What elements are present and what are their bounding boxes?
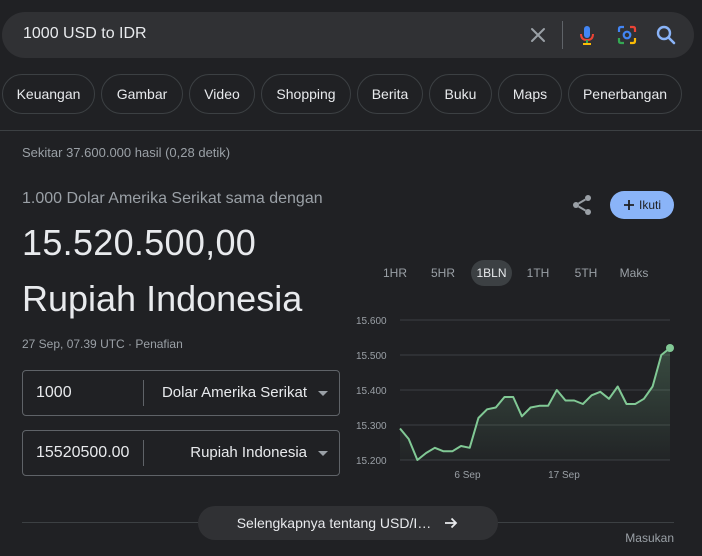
chip-maps[interactable]: Maps xyxy=(498,74,562,114)
range-1hr[interactable]: 1HR xyxy=(377,260,413,286)
lens-icon[interactable] xyxy=(615,23,639,47)
chevron-down-icon[interactable] xyxy=(318,451,328,456)
chart-x-tick-label: 6 Sep xyxy=(454,470,481,481)
chip-penerbangan[interactable]: Penerbangan xyxy=(568,74,682,114)
more-about-button[interactable]: Selengkapnya tentang USD/I… xyxy=(198,506,498,540)
chip-berita[interactable]: Berita xyxy=(357,74,423,114)
range-1th[interactable]: 1TH xyxy=(520,260,556,286)
arrow-right-icon xyxy=(445,517,458,529)
chip-gambar[interactable]: Gambar xyxy=(101,74,183,114)
conversion-from-line: 1.000 Dolar Amerika Serikat sama dengan xyxy=(22,190,323,207)
search-icon[interactable] xyxy=(654,23,678,47)
conversion-timestamp: 27 Sep, 07.39 UTC · Penafian xyxy=(22,337,183,351)
chart-y-tick-label: 15.400 xyxy=(356,386,387,397)
chart-y-tick-label: 15.200 xyxy=(356,456,387,467)
follow-button[interactable]: Ikuti xyxy=(610,191,674,219)
range-5th[interactable]: 5TH xyxy=(568,260,604,286)
from-currency-select[interactable]: Dolar Amerika Serikat xyxy=(162,384,307,401)
chip-buku[interactable]: Buku xyxy=(429,74,492,114)
plus-icon xyxy=(623,200,634,210)
box-divider xyxy=(143,440,144,466)
search-divider xyxy=(562,21,563,49)
range-maks[interactable]: Maks xyxy=(614,260,654,286)
to-currency-select[interactable]: Rupiah Indonesia xyxy=(190,444,307,461)
chart-y-tick-label: 15.300 xyxy=(356,421,387,432)
conversion-result-amount: 15.520.500,00 xyxy=(22,222,257,263)
exchange-rate-chart[interactable]: 15.600 15.500 15.400 15.300 15.200 6 Sep 17 S… xyxy=(352,308,682,486)
follow-label: Ikuti xyxy=(638,198,661,212)
chart-x-tick-label: 17 Sep xyxy=(548,470,580,481)
chevron-down-icon[interactable] xyxy=(318,391,328,396)
chip-video[interactable]: Video xyxy=(189,74,255,114)
mic-icon[interactable] xyxy=(575,23,599,47)
divider xyxy=(0,130,702,131)
time-range-selector: 1HR 5HR 1BLN 1TH 5TH Maks xyxy=(370,260,670,286)
close-icon[interactable] xyxy=(526,23,550,47)
chart-y-tick-label: 15.500 xyxy=(356,351,387,362)
from-amount-input[interactable]: 1000 xyxy=(36,384,72,402)
chart-last-point xyxy=(666,344,674,352)
result-stats: Sekitar 37.600.000 hasil (0,28 detik) xyxy=(22,145,231,160)
chip-keuangan[interactable]: Keuangan xyxy=(2,74,95,114)
conversion-result-currency: Rupiah Indonesia xyxy=(22,278,303,319)
filter-chips: Keuangan Gambar Video Shopping Berita Bu… xyxy=(0,74,702,114)
chip-shopping[interactable]: Shopping xyxy=(261,74,351,114)
chart-y-tick-label: 15.600 xyxy=(356,316,387,327)
to-amount-box: 15520500.00 Rupiah Indonesia xyxy=(22,430,340,476)
more-about-label: Selengkapnya tentang USD/I… xyxy=(236,515,432,531)
share-icon[interactable] xyxy=(570,193,594,217)
search-bar[interactable]: 1000 USD to IDR xyxy=(2,12,694,58)
feedback-link[interactable]: Masukan xyxy=(625,531,674,545)
from-amount-box: 1000 Dolar Amerika Serikat xyxy=(22,370,340,416)
search-input[interactable]: 1000 USD to IDR xyxy=(23,25,147,43)
to-amount-input[interactable]: 15520500.00 xyxy=(36,444,129,462)
range-5hr[interactable]: 5HR xyxy=(425,260,461,286)
range-1bln[interactable]: 1BLN xyxy=(471,260,512,286)
box-divider xyxy=(143,380,144,406)
